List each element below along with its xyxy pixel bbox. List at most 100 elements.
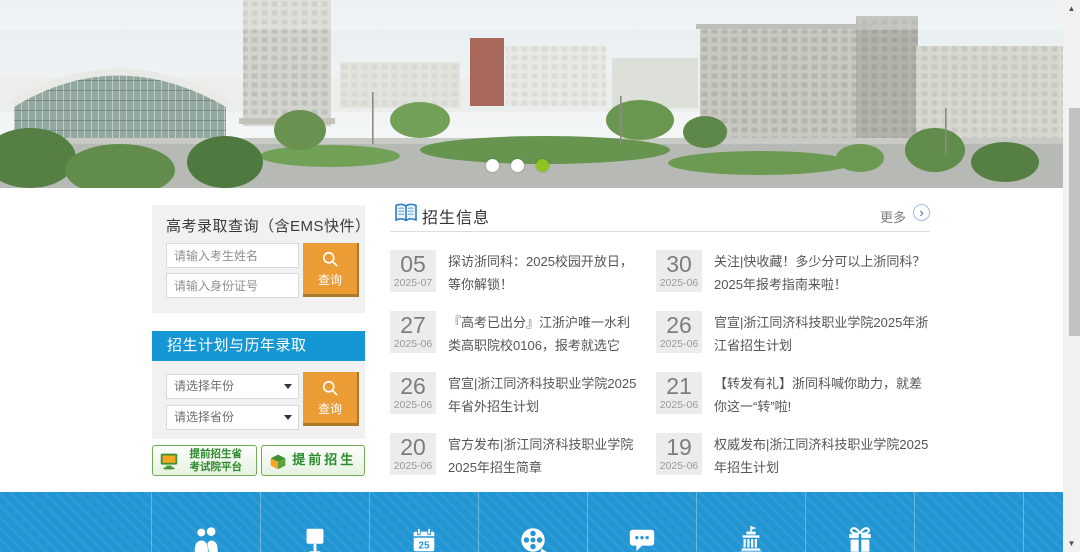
footer-link-cell[interactable] — [806, 492, 915, 552]
news-section-title: 招生信息 — [422, 210, 491, 227]
news-month: 2025-07 — [393, 277, 433, 289]
news-month: 2025-06 — [659, 460, 699, 472]
footer-link-cell[interactable] — [697, 492, 806, 552]
badge-label: 提前招生省 考试院平台 — [189, 448, 243, 473]
id-number-input[interactable] — [166, 273, 299, 298]
footer-link-cell[interactable] — [479, 492, 588, 552]
lookup-search-label: 查询 — [317, 273, 342, 287]
news-day: 30 — [666, 251, 692, 277]
news-item[interactable]: 19 2025-06 权威发布|浙江同济科技职业学院2025年招生计划 — [656, 433, 930, 479]
footer-cells: 25 — [151, 492, 1024, 552]
carousel-dot[interactable] — [536, 159, 549, 172]
lookup-panel-title: 高考录取查询（含EMS快件） — [166, 218, 371, 235]
search-icon — [322, 380, 338, 396]
scrollbar-thumb[interactable] — [1069, 108, 1080, 336]
news-item[interactable]: 27 2025-06 『高考已出分』江浙沪唯一水利类高职院校0106，报考就选它 — [390, 311, 640, 357]
news-date-block: 19 2025-06 — [656, 433, 702, 475]
footer-link-cell[interactable] — [261, 492, 370, 552]
news-item-title[interactable]: 『高考已出分』江浙沪唯一水利类高职院校0106，报考就选它 — [448, 311, 640, 357]
news-date-block: 05 2025-07 — [390, 250, 436, 292]
box-icon — [270, 454, 285, 469]
year-select-value: 请选择年份 — [174, 379, 235, 393]
footer-link-cell[interactable] — [588, 492, 697, 552]
early-admission-badge[interactable]: 提前招生 — [260, 445, 365, 476]
news-date-block: 26 2025-06 — [390, 372, 436, 414]
message-icon — [627, 525, 657, 552]
plan-search-button[interactable]: 查询 — [303, 372, 359, 426]
news-item[interactable]: 30 2025-06 关注|快收藏！多少分可以上浙同科？2025年报考指南来啦！ — [656, 250, 930, 296]
news-month: 2025-06 — [393, 460, 433, 472]
news-month: 2025-06 — [659, 277, 699, 289]
news-day: 27 — [400, 312, 426, 338]
news-item-title[interactable]: 权威发布|浙江同济科技职业学院2025年招生计划 — [714, 433, 930, 479]
carousel-dot[interactable] — [486, 159, 499, 172]
news-item-title[interactable]: 官宣|浙江同济科技职业学院2025年浙江省招生计划 — [714, 311, 930, 357]
news-divider — [390, 231, 930, 232]
chevron-down-icon — [284, 384, 292, 389]
scroll-down-button[interactable]: ▼ — [1063, 535, 1080, 552]
year-select[interactable]: 请选择年份 — [166, 374, 299, 399]
plan-panel: 请选择年份 请选择省份 查询 — [152, 361, 365, 439]
people-icon — [191, 525, 221, 552]
news-month: 2025-06 — [659, 399, 699, 411]
government-building-icon — [736, 525, 766, 552]
plan-panel-title: 招生计划与历年录取 — [152, 331, 365, 361]
scroll-up-button[interactable]: ▲ — [1063, 0, 1080, 17]
gift-icon — [845, 525, 875, 552]
book-icon — [395, 203, 417, 222]
news-header: 招生信息 更多 › — [390, 201, 930, 229]
news-day: 26 — [400, 373, 426, 399]
news-month: 2025-06 — [659, 338, 699, 350]
badge-links: 提前招生省 考试院平台 提前招生 — [152, 445, 365, 476]
provincial-exam-platform-badge[interactable]: 提前招生省 考试院平台 — [152, 445, 257, 476]
news-day: 19 — [666, 434, 692, 460]
calendar-icon: 25 — [409, 525, 439, 552]
chevron-down-icon — [284, 415, 292, 420]
news-item-title[interactable]: 官方发布|浙江同济科技职业学院2025年招生简章 — [448, 433, 640, 479]
candidate-name-input[interactable] — [166, 243, 299, 268]
news-date-block: 21 2025-06 — [656, 372, 702, 414]
news-day: 05 — [400, 251, 426, 277]
news-month: 2025-06 — [393, 338, 433, 350]
quick-links-footer: 25 — [0, 492, 1063, 552]
lookup-search-button[interactable]: 查询 — [303, 243, 359, 297]
signboard-icon — [300, 525, 330, 552]
more-link[interactable]: 更多 — [880, 207, 906, 226]
news-list: 05 2025-07 探访浙同科：2025校园开放日，等你解锁！ 30 2025-06 关… — [390, 250, 930, 479]
carousel-dots — [486, 159, 549, 172]
news-day: 21 — [666, 373, 692, 399]
news-month: 2025-06 — [393, 399, 433, 411]
computer-icon — [160, 453, 178, 469]
plan-search-label: 查询 — [317, 402, 342, 416]
news-day: 26 — [666, 312, 692, 338]
province-select-value: 请选择省份 — [174, 410, 235, 424]
province-select[interactable]: 请选择省份 — [166, 405, 299, 430]
footer-link-cell[interactable]: 25 — [370, 492, 479, 552]
more-arrow-icon[interactable]: › — [913, 204, 930, 221]
news-date-block: 30 2025-06 — [656, 250, 702, 292]
news-item[interactable]: 26 2025-06 官宣|浙江同济科技职业学院2025年省外招生计划 — [390, 372, 640, 418]
search-icon — [322, 251, 338, 267]
news-item[interactable]: 20 2025-06 官方发布|浙江同济科技职业学院2025年招生简章 — [390, 433, 640, 479]
news-item[interactable]: 05 2025-07 探访浙同科：2025校园开放日，等你解锁！ — [390, 250, 640, 296]
news-date-block: 26 2025-06 — [656, 311, 702, 353]
film-reel-icon — [518, 525, 548, 552]
news-item-title[interactable]: 关注|快收藏！多少分可以上浙同科？2025年报考指南来啦！ — [714, 250, 930, 296]
news-item-title[interactable]: 【转发有礼】浙同科喊你助力，就差你这一“转”啦! — [714, 372, 930, 418]
campus-photo-banner — [0, 0, 1063, 188]
badge-label: 提前招生 — [292, 452, 357, 468]
svg-text:25: 25 — [419, 540, 430, 551]
footer-link-cell[interactable] — [915, 492, 1024, 552]
news-day: 20 — [400, 434, 426, 460]
news-item[interactable]: 21 2025-06 【转发有礼】浙同科喊你助力，就差你这一“转”啦! — [656, 372, 930, 418]
news-date-block: 20 2025-06 — [390, 433, 436, 475]
news-date-block: 27 2025-06 — [390, 311, 436, 353]
footer-link-cell[interactable] — [152, 492, 261, 552]
news-item-title[interactable]: 官宣|浙江同济科技职业学院2025年省外招生计划 — [448, 372, 640, 418]
vertical-scrollbar[interactable]: ▲ ▼ — [1063, 0, 1080, 552]
page: 高考录取查询（含EMS快件） 查询 招生计划与历年录取 请选择年份 请选择省份 … — [0, 0, 1080, 552]
news-item[interactable]: 26 2025-06 官宣|浙江同济科技职业学院2025年浙江省招生计划 — [656, 311, 930, 357]
carousel-dot[interactable] — [511, 159, 524, 172]
news-item-title[interactable]: 探访浙同科：2025校园开放日，等你解锁！ — [448, 250, 640, 296]
admission-lookup-panel: 高考录取查询（含EMS快件） 查询 — [152, 205, 370, 313]
